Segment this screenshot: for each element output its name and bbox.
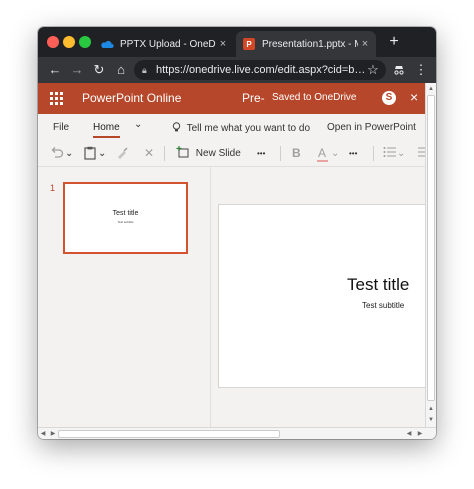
more-options-icon[interactable]: ••• xyxy=(349,146,357,161)
font-color-swatch xyxy=(317,160,328,162)
save-status: Saved to OneDrive xyxy=(272,92,357,103)
bullets-dropdown-icon[interactable]: ⌄ xyxy=(397,146,405,161)
tab-pptx-upload[interactable]: PPTX Upload - OneDrive × xyxy=(94,31,234,57)
onedrive-cloud-icon xyxy=(101,40,114,48)
window-close-button[interactable] xyxy=(47,36,59,48)
lock-icon: 🔒︎ xyxy=(142,65,147,75)
tab-home[interactable]: Home xyxy=(93,122,120,138)
tab-strip: PPTX Upload - OneDrive × P Presentation1… xyxy=(38,27,436,57)
browser-window: PPTX Upload - OneDrive × P Presentation1… xyxy=(38,27,436,439)
browser-menu-icon[interactable]: ⋮ xyxy=(412,61,430,79)
bullets-button[interactable] xyxy=(383,146,396,161)
lightbulb-icon xyxy=(172,122,181,132)
new-tab-button[interactable]: + xyxy=(384,32,404,52)
tab-close-icon[interactable]: × xyxy=(358,38,372,50)
scroll-right-icon[interactable]: ▶ xyxy=(48,429,58,439)
window-zoom-button[interactable] xyxy=(79,36,91,48)
header-close-icon[interactable]: × xyxy=(410,89,418,105)
tab-presentation[interactable]: P Presentation1.pptx - Micr × xyxy=(236,31,376,57)
ribbon-tabs: File Home ⌄ Tell me what you want to do … xyxy=(38,114,425,140)
forward-button[interactable]: → xyxy=(68,61,86,79)
open-in-powerpoint-button[interactable]: Open in PowerPoint xyxy=(327,122,416,133)
incognito-icon[interactable] xyxy=(390,61,408,79)
thumbnail-subtitle: Test subtitle xyxy=(117,220,134,224)
bold-button[interactable]: B xyxy=(292,146,301,161)
undo-icon xyxy=(51,147,64,158)
paste-dropdown-icon[interactable]: ⌄ xyxy=(98,146,106,161)
scroll-up-icon[interactable]: ▲ xyxy=(426,404,436,414)
address-bar[interactable]: 🔒︎ https://onedrive.live.com/edit.aspx?c… xyxy=(134,60,386,80)
thumbnail-title: Test title xyxy=(112,210,139,217)
paste-button[interactable] xyxy=(84,146,96,161)
tab-title: PPTX Upload - OneDrive xyxy=(120,38,216,50)
editor-area: 1 Test title Test subtitle Test title Te… xyxy=(38,167,433,427)
tell-me-text: Tell me what you want to do xyxy=(186,123,311,134)
format-painter-button[interactable] xyxy=(116,146,129,161)
skype-icon[interactable]: S xyxy=(382,91,396,105)
separator xyxy=(373,146,374,161)
home-button[interactable]: ⌂ xyxy=(112,61,130,79)
powerpoint-icon: P xyxy=(243,38,255,50)
scroll-down-icon[interactable]: ▼ xyxy=(426,415,436,425)
vertical-scroll-thumb[interactable] xyxy=(427,95,435,401)
ribbon-commands: ⌄ ⌄ ✕ New Slide ••• B A ⌄ ••• ⌄ xyxy=(38,140,425,167)
horizontal-scroll-thumb[interactable] xyxy=(58,430,280,438)
window-minimize-button[interactable] xyxy=(63,36,75,48)
back-button[interactable]: ← xyxy=(46,61,64,79)
bullet-list-icon xyxy=(383,147,396,157)
slide-thumbnail-pane: 1 Test title Test subtitle xyxy=(38,167,211,427)
font-color-button[interactable]: A xyxy=(317,146,328,162)
app-header: PowerPoint Online Pre- Saved to OneDrive… xyxy=(38,83,425,114)
browser-toolbar: ← → ↻ ⌂ 🔒︎ https://onedrive.live.com/edi… xyxy=(38,57,436,83)
slide-canvas[interactable]: Test title Test subtitle xyxy=(218,204,433,388)
tell-me-box[interactable]: Tell me what you want to do xyxy=(172,122,310,134)
document-name[interactable]: Pre- xyxy=(242,91,265,105)
collapse-ribbon-chevron-icon[interactable]: ⌄ xyxy=(134,119,142,130)
reload-button[interactable]: ↻ xyxy=(90,61,108,79)
slide-thumbnail[interactable]: Test title Test subtitle xyxy=(63,182,188,254)
new-slide-icon xyxy=(176,146,189,158)
tab-title: Presentation1.pptx - Micr xyxy=(262,38,358,50)
app-launcher-icon[interactable] xyxy=(50,92,63,105)
clipboard-icon xyxy=(84,146,96,160)
font-color-dropdown-icon[interactable]: ⌄ xyxy=(331,146,339,161)
slide-subtitle[interactable]: Test subtitle xyxy=(362,301,404,310)
separator xyxy=(280,146,281,161)
url-text: https://onedrive.live.com/edit.aspx?cid=… xyxy=(156,64,366,76)
scroll-left-icon[interactable]: ◀ xyxy=(38,429,48,439)
vertical-scrollbar[interactable]: ▲ ▲ ▼ xyxy=(425,83,436,427)
tab-file[interactable]: File xyxy=(53,122,69,133)
bookmark-star-icon[interactable]: ☆ xyxy=(364,61,382,79)
slide-title[interactable]: Test title xyxy=(347,275,409,295)
svg-text:P: P xyxy=(246,40,252,49)
tab-home-label: Home xyxy=(93,122,120,133)
separator xyxy=(164,146,165,161)
tab-close-icon[interactable]: × xyxy=(216,38,230,50)
numbered-list-icon xyxy=(418,147,425,157)
app-name[interactable]: PowerPoint Online xyxy=(82,91,181,105)
undo-dropdown-icon[interactable]: ⌄ xyxy=(65,146,73,161)
new-slide-button[interactable]: New Slide xyxy=(176,146,241,161)
more-options-icon[interactable]: ••• xyxy=(257,146,265,161)
scroll-up-icon[interactable]: ▲ xyxy=(426,84,436,94)
horizontal-scrollbar[interactable]: ◀ ▶ ◀ ▶ xyxy=(38,427,436,439)
font-color-letter: A xyxy=(318,146,327,160)
thumbnail-number: 1 xyxy=(50,183,56,193)
new-slide-label: New Slide xyxy=(195,148,241,159)
undo-button[interactable] xyxy=(50,146,64,161)
scroll-right-icon[interactable]: ▶ xyxy=(415,429,425,439)
scroll-left-icon[interactable]: ◀ xyxy=(404,429,414,439)
numbering-button[interactable] xyxy=(415,146,425,161)
tab-home-underline xyxy=(93,136,120,138)
brush-icon xyxy=(118,147,128,159)
delete-icon[interactable]: ✕ xyxy=(144,146,154,161)
